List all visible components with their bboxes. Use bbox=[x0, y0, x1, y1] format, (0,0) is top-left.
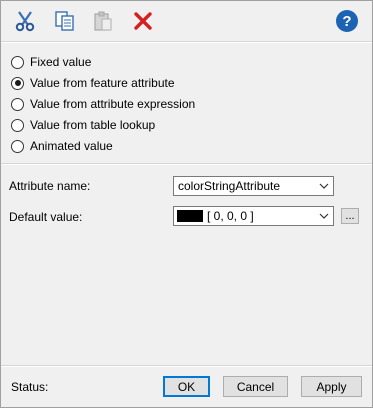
section-divider-highlight bbox=[1, 164, 372, 165]
attribute-name-value: colorStringAttribute bbox=[178, 179, 281, 193]
default-value-text: [ 0, 0, 0 ] bbox=[207, 209, 254, 223]
option-fixed-value[interactable]: Fixed value bbox=[11, 53, 91, 71]
scissors-icon[interactable] bbox=[13, 9, 37, 33]
paste-icon[interactable] bbox=[91, 9, 115, 33]
footer-divider-highlight bbox=[1, 366, 372, 367]
chevron-down-icon[interactable] bbox=[315, 177, 333, 195]
red-x-icon[interactable] bbox=[131, 9, 155, 33]
option-attribute-expression[interactable]: Value from attribute expression bbox=[11, 95, 195, 113]
radio-button[interactable] bbox=[11, 97, 24, 111]
option-label: Fixed value bbox=[30, 55, 92, 69]
browse-button[interactable]: ... bbox=[341, 208, 359, 224]
option-label: Value from table lookup bbox=[30, 118, 156, 132]
radio-button[interactable] bbox=[11, 139, 24, 153]
radio-button-selected[interactable] bbox=[11, 76, 24, 90]
option-label: Value from feature attribute bbox=[30, 76, 175, 90]
radio-button[interactable] bbox=[11, 118, 24, 132]
option-feature-attribute[interactable]: Value from feature attribute bbox=[11, 74, 175, 92]
status-label: Status: bbox=[11, 380, 49, 394]
copy-icon[interactable] bbox=[53, 9, 77, 33]
chevron-down-icon[interactable] bbox=[315, 207, 333, 225]
option-table-lookup[interactable]: Value from table lookup bbox=[11, 116, 155, 134]
color-swatch bbox=[177, 210, 203, 222]
toolbar: ? bbox=[1, 1, 372, 41]
default-value-dropdown[interactable]: [ 0, 0, 0 ] bbox=[173, 206, 334, 226]
toolbar-divider-highlight bbox=[1, 42, 372, 43]
attribute-name-dropdown[interactable]: colorStringAttribute bbox=[173, 176, 334, 196]
default-value-label: Default value: bbox=[9, 210, 83, 224]
attribute-name-label: Attribute name: bbox=[9, 179, 91, 193]
cancel-button[interactable]: Cancel bbox=[223, 376, 288, 397]
option-animated-value[interactable]: Animated value bbox=[11, 137, 113, 155]
option-label: Animated value bbox=[30, 139, 113, 153]
help-glyph: ? bbox=[342, 13, 351, 30]
apply-button[interactable]: Apply bbox=[301, 376, 362, 397]
dialog-window: ? Fixed value Value from feature attribu… bbox=[0, 0, 373, 408]
option-label: Value from attribute expression bbox=[30, 97, 196, 111]
radio-button[interactable] bbox=[11, 55, 24, 69]
question-mark-icon[interactable]: ? bbox=[335, 9, 359, 33]
ok-button[interactable]: OK bbox=[163, 376, 210, 397]
